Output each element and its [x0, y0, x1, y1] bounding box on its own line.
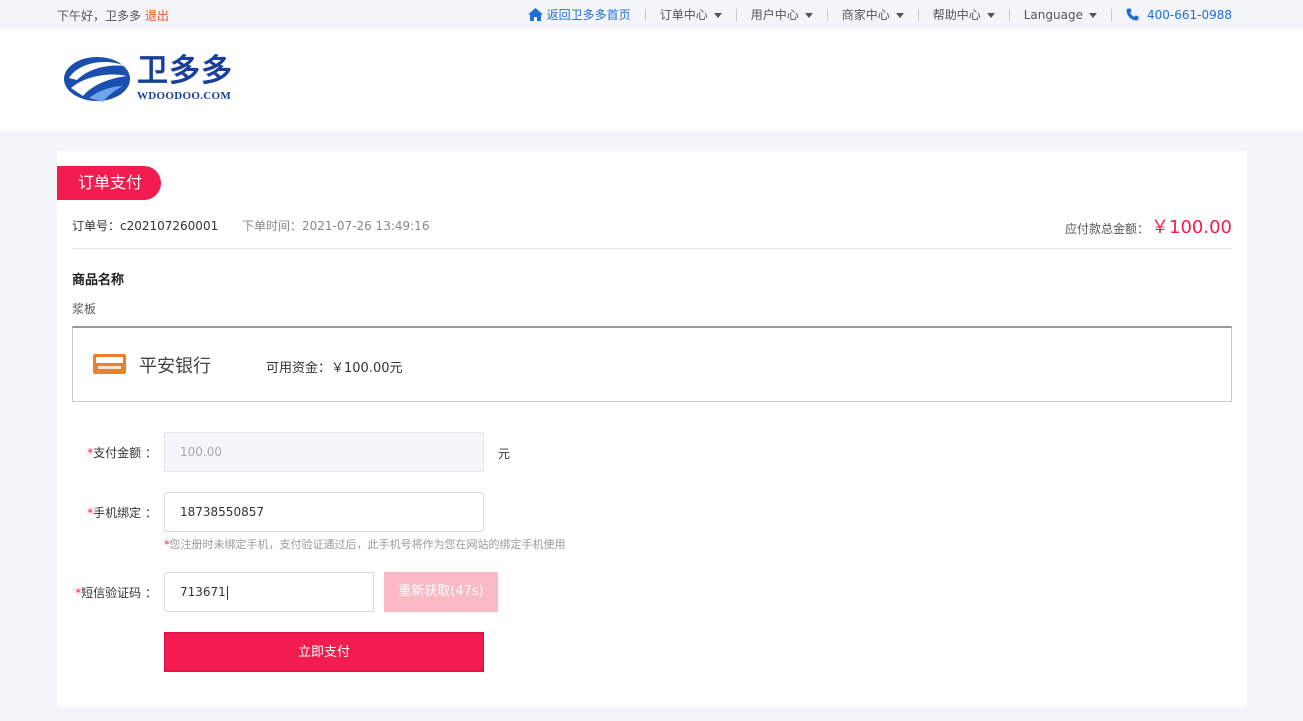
available-funds: 可用资金：￥100.00元 [266, 361, 403, 376]
home-link-label: 返回卫多多首页 [546, 8, 631, 22]
order-info-row: 订单号：c202107260001 下单时间：2021-07-26 13:49:… [72, 213, 1232, 249]
sms-code-input[interactable]: 713671 [164, 572, 374, 612]
amount-unit: 元 [498, 447, 511, 461]
order-number: 订单号：c202107260001 [72, 219, 219, 233]
nav-divider [826, 8, 828, 21]
site-header: 卫多多 WDOODOO.COM [0, 29, 1303, 131]
menu-merchant-center-label: 商家中心 [841, 8, 890, 22]
menu-language[interactable]: Language [1024, 8, 1097, 22]
menu-language-label: Language [1023, 7, 1083, 22]
bank-name: 平安银行 [139, 356, 211, 377]
order-time: 下单时间：2021-07-26 13:49:16 [242, 219, 430, 233]
total-label: 应付款总金额： [1065, 222, 1150, 236]
logo-name-cn: 卫多多 [137, 53, 233, 89]
menu-help-center-label: 帮助中心 [932, 8, 981, 22]
chevron-down-icon [713, 12, 722, 18]
phone-hint: *您注册时未绑定手机，支付验证通过后，此手机号将作为您在网站的绑定手机使用 [164, 538, 566, 551]
logo-emblem-icon [64, 57, 130, 102]
hotline: 400-661-0988 [1126, 8, 1232, 22]
menu-user-center[interactable]: 用户中心 [751, 6, 813, 23]
chevron-down-icon [1088, 12, 1097, 18]
amount-row: *支付金额 ： 100.00 元 [57, 432, 757, 472]
pay-now-button[interactable]: 立即支付 [164, 632, 484, 672]
home-link[interactable]: 返回卫多多首页 [527, 6, 631, 23]
nav-divider [644, 8, 646, 21]
greeting-area: 下午好，卫多多 退出 [57, 7, 169, 24]
goods-title: 商品名称 [72, 273, 125, 288]
nav-divider [917, 8, 919, 21]
menu-merchant-center[interactable]: 商家中心 [842, 6, 904, 23]
bank-logo-icon [93, 354, 126, 374]
home-icon [527, 8, 543, 21]
menu-user-center-label: 用户中心 [750, 8, 799, 22]
nav-divider [1008, 8, 1010, 21]
phone-label: *手机绑定 ： [87, 506, 157, 520]
nav-divider [735, 8, 737, 21]
amount-input: 100.00 [164, 432, 484, 472]
logo-name-en: WDOODOO.COM [137, 90, 232, 102]
phone-icon [1126, 8, 1139, 21]
menu-order-center[interactable]: 订单中心 [660, 6, 722, 23]
bank-account-box[interactable]: 平安银行 可用资金：￥100.00元 [72, 326, 1232, 402]
order-payment-card: 订单支付 订单号：c202107260001 下单时间：2021-07-26 1… [57, 151, 1247, 707]
total-amount: ￥100.00 [1151, 217, 1232, 238]
top-bar: 下午好，卫多多 退出 返回卫多多首页 订单中心 用户中心 商家中心 帮助中心 L… [0, 0, 1303, 29]
sms-row: *短信验证码 ： 713671 重新获取(47s) [57, 572, 757, 612]
greeting-text: 下午好，卫多多 [57, 9, 142, 23]
site-logo[interactable]: 卫多多 WDOODOO.COM [63, 54, 233, 104]
sms-label: *短信验证码 ： [75, 586, 157, 600]
logout-link[interactable]: 退出 [145, 9, 169, 23]
amount-label: *支付金额 ： [87, 446, 157, 460]
hotline-number: 400-661-0988 [1146, 7, 1232, 22]
chevron-down-icon [804, 12, 813, 18]
menu-order-center-label: 订单中心 [659, 8, 708, 22]
resend-code-button[interactable]: 重新获取(47s) [384, 572, 498, 612]
goods-name: 浆板 [72, 302, 97, 316]
section-tag: 订单支付 [57, 166, 161, 200]
chevron-down-icon [986, 12, 995, 18]
top-nav: 返回卫多多首页 订单中心 用户中心 商家中心 帮助中心 Language 400… [527, 6, 1232, 23]
logo-text: 卫多多 WDOODOO.COM [137, 54, 233, 102]
phone-input[interactable]: 18738550857 [164, 492, 484, 532]
phone-row: *手机绑定 ： 18738550857 *您注册时未绑定手机，支付验证通过后，此… [57, 492, 757, 551]
nav-divider [1110, 8, 1112, 21]
chevron-down-icon [895, 12, 904, 18]
order-total: 应付款总金额： ￥100.00 [1065, 213, 1232, 239]
menu-help-center[interactable]: 帮助中心 [933, 6, 995, 23]
